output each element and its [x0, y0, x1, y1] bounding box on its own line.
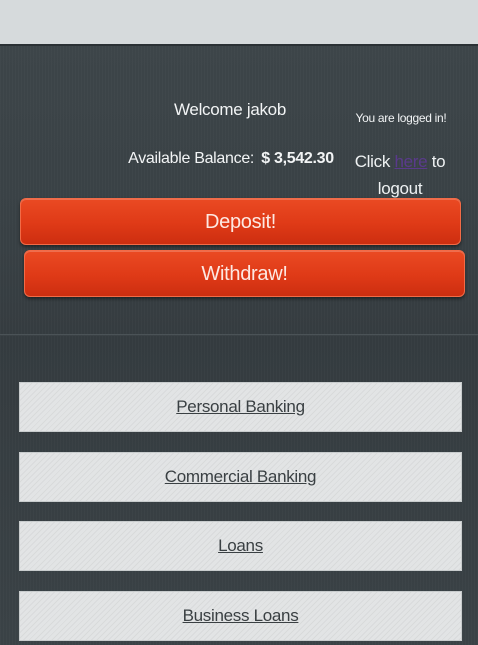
loans-link[interactable]: Loans	[218, 536, 263, 555]
logout-link[interactable]: here	[394, 152, 427, 171]
balance-label: Available Balance:	[128, 150, 255, 167]
welcome-message: Welcome jakob	[173, 100, 286, 119]
menu-item-business-loans[interactable]: Business Loans	[19, 591, 462, 641]
business-loans-link[interactable]: Business Loans	[183, 606, 299, 625]
deposit-button[interactable]: Deposit!	[20, 198, 461, 245]
commercial-banking-link[interactable]: Commercial Banking	[165, 467, 317, 486]
logout-prompt: Click here to logout	[345, 148, 455, 202]
logged-in-status: You are logged in!	[355, 111, 447, 125]
menu-item-commercial-banking[interactable]: Commercial Banking	[19, 452, 462, 502]
menu-item-personal-banking[interactable]: Personal Banking	[19, 382, 462, 432]
personal-banking-link[interactable]: Personal Banking	[176, 397, 305, 416]
menu-item-loans[interactable]: Loans	[19, 521, 462, 571]
balance-amount: $ 3,542.30	[261, 150, 334, 167]
withdraw-button[interactable]: Withdraw!	[24, 250, 465, 297]
logout-prefix: Click	[354, 152, 395, 171]
top-bar	[0, 0, 478, 46]
available-balance: Available Balance: $ 3,542.30	[96, 150, 366, 168]
